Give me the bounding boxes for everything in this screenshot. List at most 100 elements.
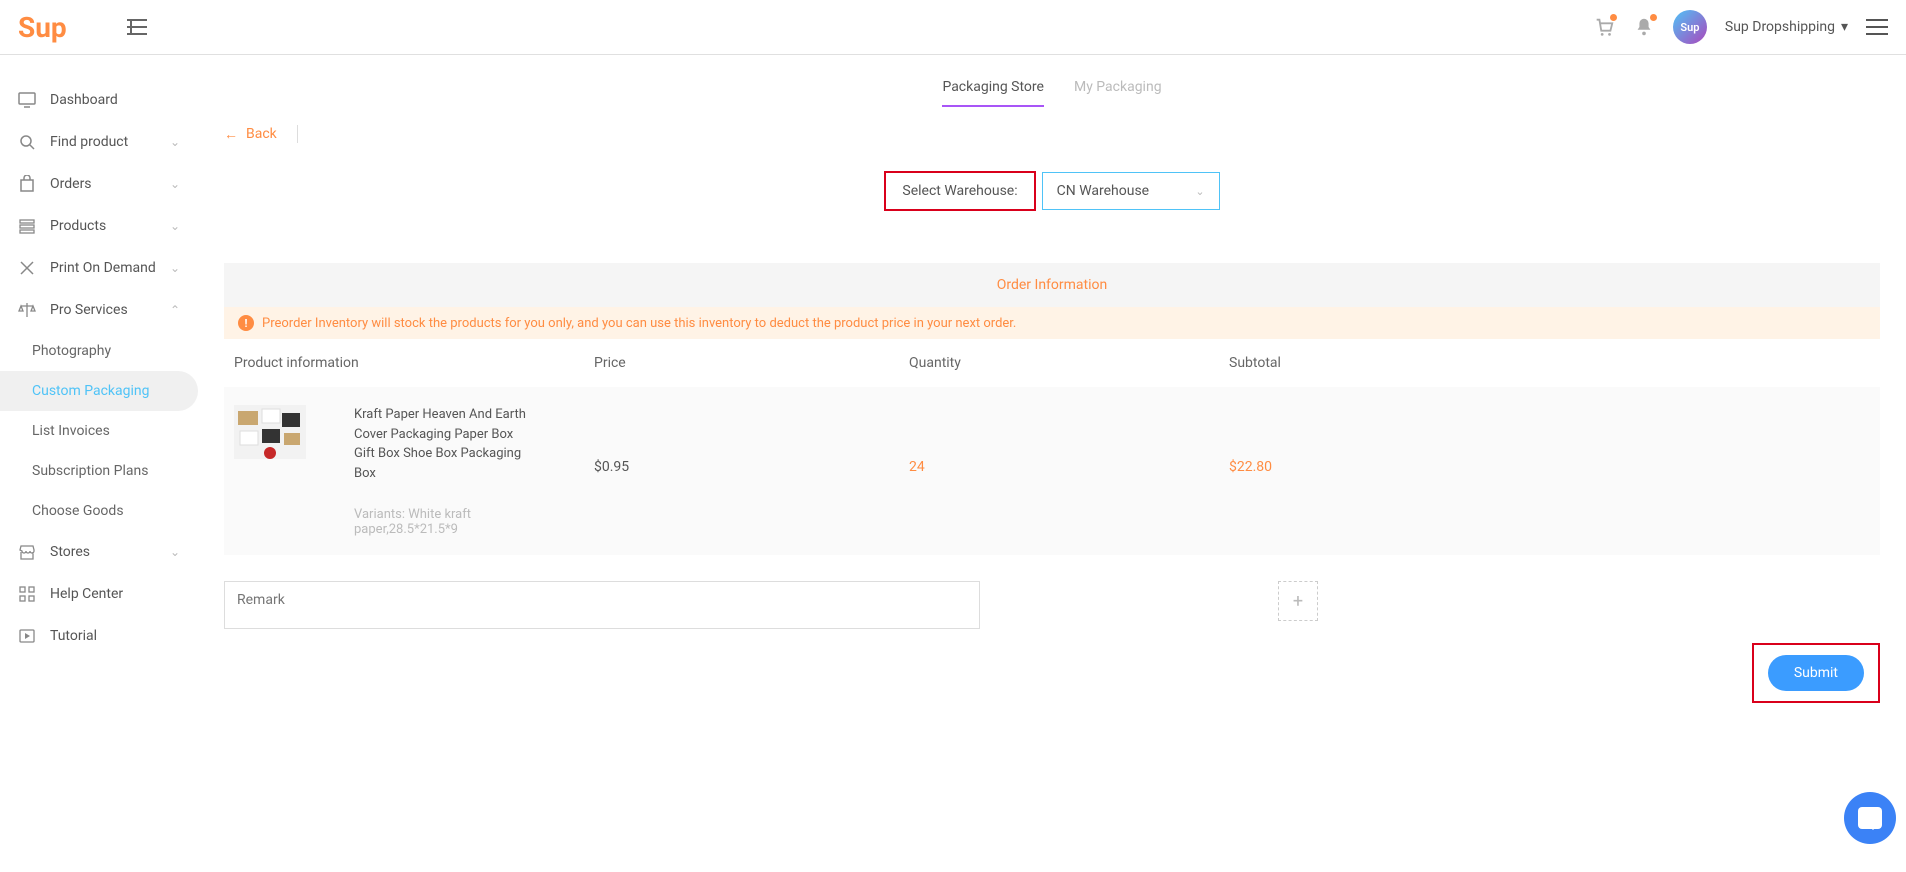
top-header: Sup Sup Sup Dropshipping ▾ — [0, 0, 1906, 55]
sidebar-item-print-on-demand[interactable]: Print On Demand ⌄ — [0, 247, 198, 289]
layers-icon — [18, 217, 36, 235]
chat-widget[interactable] — [1844, 792, 1896, 844]
sidebar-sub-photography[interactable]: Photography — [0, 331, 198, 371]
chevron-down-icon: ⌄ — [170, 177, 180, 191]
back-row: ← Back — [224, 125, 1880, 143]
sidebar-item-label: Pro Services — [50, 302, 128, 318]
product-info: Kraft Paper Heaven And Earth Cover Packa… — [354, 405, 594, 537]
product-quantity: 24 — [909, 405, 1229, 475]
app-logo[interactable]: Sup — [18, 11, 67, 44]
sidebar-item-products[interactable]: Products ⌄ — [0, 205, 198, 247]
sidebar-item-tutorial[interactable]: Tutorial — [0, 615, 198, 657]
search-icon — [18, 133, 36, 151]
col-quantity-header: Quantity — [909, 355, 1229, 371]
sidebar-sub-list-invoices[interactable]: List Invoices — [0, 411, 198, 451]
sidebar-item-dashboard[interactable]: Dashboard — [0, 79, 198, 121]
back-link[interactable]: ← Back — [224, 126, 277, 143]
chat-icon — [1858, 807, 1882, 829]
remark-input[interactable] — [224, 581, 980, 629]
chevron-down-icon: ⌄ — [170, 545, 180, 559]
chevron-down-icon: ⌄ — [170, 135, 180, 149]
back-label: Back — [246, 126, 277, 142]
grid-icon — [18, 585, 36, 603]
chevron-down-icon: ⌄ — [1195, 185, 1204, 198]
submit-highlight: Submit — [1752, 643, 1880, 703]
caret-down-icon: ▾ — [1841, 19, 1848, 35]
sidebar-sub-subscription-plans[interactable]: Subscription Plans — [0, 451, 198, 491]
sidebar-sub-label: Photography — [32, 343, 111, 359]
sidebar-item-label: Tutorial — [50, 628, 97, 644]
sidebar-item-orders[interactable]: Orders ⌄ — [0, 163, 198, 205]
tab-packaging-store[interactable]: Packaging Store — [942, 73, 1044, 107]
warehouse-selector: Select Warehouse: CN Warehouse ⌄ — [224, 171, 1880, 211]
header-right: Sup Sup Dropshipping ▾ — [1593, 10, 1888, 44]
sidebar-item-help-center[interactable]: Help Center — [0, 573, 198, 615]
sidebar-sub-label: List Invoices — [32, 423, 110, 439]
table-header: Product information Price Quantity Subto… — [224, 339, 1880, 387]
product-thumbnail — [234, 405, 306, 459]
submit-row: Submit — [224, 643, 1880, 703]
sidebar-sub-label: Subscription Plans — [32, 463, 148, 479]
sidebar: Dashboard Find product ⌄ Orders ⌄ Produc… — [0, 55, 198, 743]
chevron-down-icon: ⌄ — [170, 219, 180, 233]
sidebar-item-stores[interactable]: Stores ⌄ — [0, 531, 198, 573]
alert-icon: ! — [238, 315, 254, 331]
store-icon — [18, 543, 36, 561]
tab-label: My Packaging — [1074, 79, 1162, 95]
product-price: $0.95 — [594, 405, 909, 475]
col-subtotal-header: Subtotal — [1229, 355, 1870, 371]
main-content: Packaging Store My Packaging ← Back Sele… — [198, 55, 1906, 743]
sidebar-item-label: Help Center — [50, 586, 123, 602]
chevron-up-icon: ⌃ — [170, 303, 180, 317]
submit-button[interactable]: Submit — [1768, 655, 1864, 691]
warehouse-select[interactable]: CN Warehouse ⌄ — [1042, 172, 1220, 210]
sidebar-sub-custom-packaging[interactable]: Custom Packaging — [0, 371, 198, 411]
user-menu[interactable]: Sup Dropshipping ▾ — [1725, 19, 1848, 35]
scale-icon — [18, 301, 36, 319]
plus-icon: + — [1293, 591, 1303, 612]
product-variants: Variants: White kraft paper,28.5*21.5*9 — [354, 507, 532, 537]
cart-icon[interactable] — [1593, 16, 1615, 38]
sidebar-item-label: Find product — [50, 134, 128, 150]
order-info-heading: Order Information — [224, 263, 1880, 307]
sidebar-sub-choose-goods[interactable]: Choose Goods — [0, 491, 198, 531]
product-name: Kraft Paper Heaven And Earth Cover Packa… — [354, 405, 532, 483]
bell-icon[interactable] — [1633, 16, 1655, 38]
preorder-alert: ! Preorder Inventory will stock the prod… — [224, 307, 1880, 339]
bag-icon — [18, 175, 36, 193]
sidebar-item-label: Stores — [50, 544, 90, 560]
tab-my-packaging[interactable]: My Packaging — [1074, 73, 1162, 107]
sidebar-item-pro-services[interactable]: Pro Services ⌃ — [0, 289, 198, 331]
submit-label: Submit — [1794, 665, 1838, 681]
monitor-icon — [18, 91, 36, 109]
sidebar-toggle-icon[interactable] — [127, 19, 147, 35]
main-layout: Dashboard Find product ⌄ Orders ⌄ Produc… — [0, 55, 1906, 743]
chevron-down-icon: ⌄ — [170, 261, 180, 275]
sidebar-item-find-product[interactable]: Find product ⌄ — [0, 121, 198, 163]
remark-row: + — [224, 581, 1880, 629]
tools-icon — [18, 259, 36, 277]
sidebar-item-label: Print On Demand — [50, 260, 156, 276]
sidebar-item-label: Products — [50, 218, 106, 234]
sidebar-item-label: Dashboard — [50, 92, 118, 108]
table-row: Kraft Paper Heaven And Earth Cover Packa… — [224, 387, 1880, 555]
warehouse-label: Select Warehouse: — [902, 183, 1017, 199]
hamburger-menu-icon[interactable] — [1866, 18, 1888, 36]
cart-badge — [1610, 14, 1617, 21]
divider — [297, 125, 298, 143]
product-subtotal: $22.80 — [1229, 405, 1870, 475]
add-attachment-button[interactable]: + — [1278, 581, 1318, 621]
col-product-header: Product information — [234, 355, 594, 371]
warehouse-label-highlight: Select Warehouse: — [884, 171, 1035, 211]
arrow-left-icon: ← — [224, 126, 238, 143]
sidebar-item-label: Orders — [50, 176, 92, 192]
sidebar-sub-label: Choose Goods — [32, 503, 124, 519]
user-name: Sup Dropshipping — [1725, 19, 1835, 35]
warehouse-value: CN Warehouse — [1057, 183, 1149, 199]
avatar[interactable]: Sup — [1673, 10, 1707, 44]
header-left: Sup — [18, 11, 147, 44]
page-tabs: Packaging Store My Packaging — [224, 73, 1880, 107]
sidebar-sub-label: Custom Packaging — [32, 383, 150, 399]
col-price-header: Price — [594, 355, 909, 371]
bell-badge — [1650, 14, 1657, 21]
